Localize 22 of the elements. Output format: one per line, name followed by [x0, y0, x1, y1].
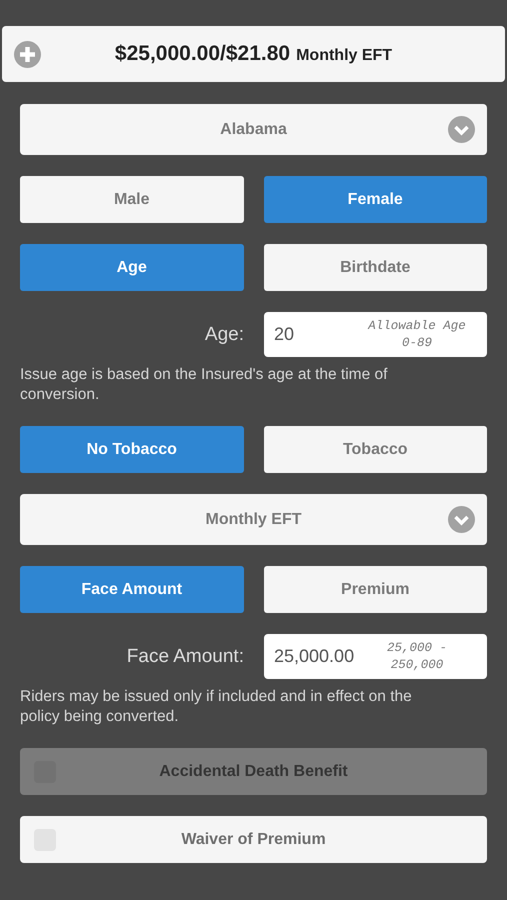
- dropdown[interactable]: Alabama: [20, 104, 487, 155]
- info-text: Issue age is based on the Insured's age at the time of conversion.: [20, 365, 388, 405]
- field-label: Age:: [204, 324, 244, 346]
- segment-option[interactable]: Male: [20, 176, 244, 223]
- segment-option[interactable]: No Tobacco: [20, 426, 244, 473]
- plus-icon[interactable]: [14, 41, 41, 68]
- info-text: Riders may be issued only if included and in effect on the policy being converted.: [20, 687, 413, 727]
- payment-mode: Monthly EFT: [296, 46, 392, 64]
- segment-option[interactable]: Premium: [264, 566, 487, 613]
- input-field[interactable]: 25,000.00 25,000 - 250,000: [264, 634, 487, 679]
- segment-option[interactable]: Age: [20, 244, 244, 291]
- chevron-down-icon: [448, 116, 475, 143]
- rider-option[interactable]: Waiver of Premium: [20, 816, 487, 863]
- chevron-down-icon: [448, 506, 475, 533]
- segment-option[interactable]: Female: [264, 176, 487, 223]
- coverage-amount: $25,000.00/$21.80: [114, 42, 290, 66]
- segment-option[interactable]: Tobacco: [264, 426, 487, 473]
- input-field[interactable]: 20 Allowable Age 0-89: [264, 312, 487, 357]
- segment-option[interactable]: Birthdate: [264, 244, 487, 291]
- segment-option[interactable]: Face Amount: [20, 566, 244, 613]
- dropdown[interactable]: Monthly EFT: [20, 494, 487, 545]
- field-label: Face Amount:: [126, 646, 244, 668]
